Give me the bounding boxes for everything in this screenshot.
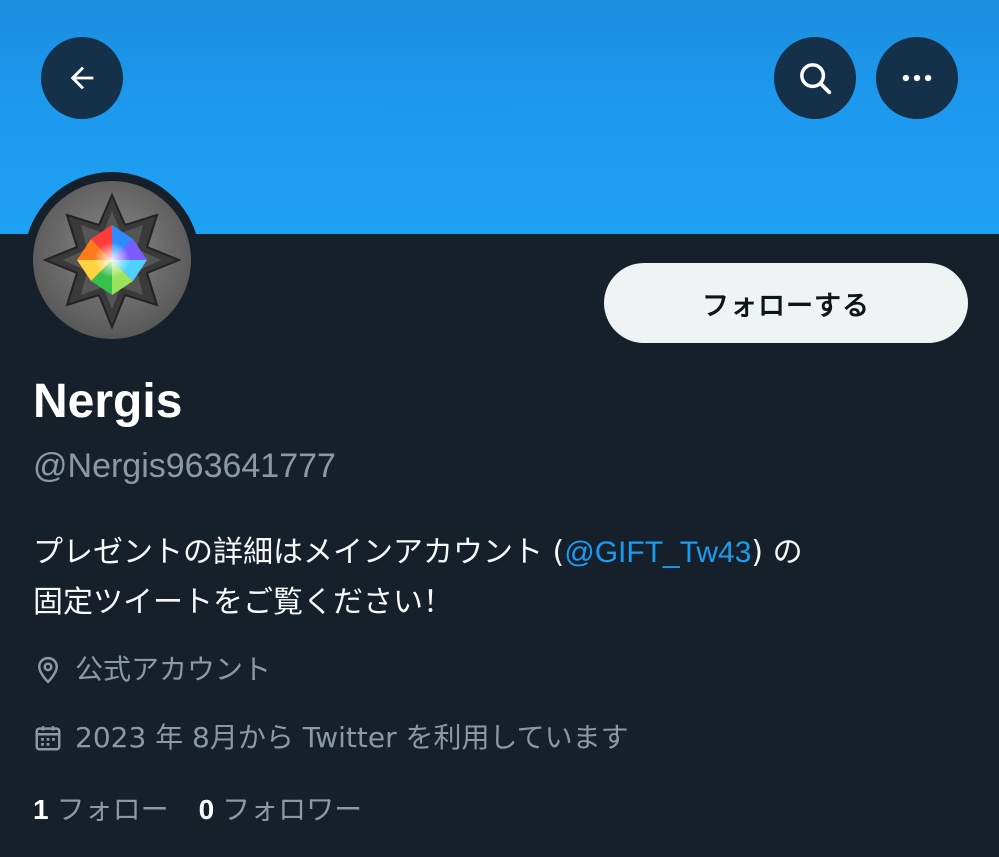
joined-text: 2023 年 8月から Twitter を利用しています [75,721,629,754]
calendar-icon [35,726,61,751]
search-icon [800,63,832,95]
followers-link[interactable]: 0 フォロワー [199,790,363,830]
back-button[interactable] [41,37,123,119]
bio-text-line2: 固定ツイートをご覧ください！ [33,585,453,620]
joined-date-row: 2023 年 8月から Twitter を利用しています [33,718,629,758]
follow-button[interactable]: フォローする [604,263,968,343]
bio-text-part2: ) の [751,535,803,570]
more-button[interactable] [876,37,958,119]
search-button[interactable] [774,37,856,119]
bio-mention-link[interactable]: @GIFT_Tw43 [564,536,751,569]
display-name: Nergis [33,375,183,428]
location-pin-icon [37,656,59,684]
bio-text-part1: プレゼントの詳細はメインアカウント ( [33,535,565,570]
follow-stats: 1 フォロー 0 フォロワー [33,790,362,830]
user-handle: @Nergis963641777 [33,447,336,485]
followers-count: 0 [198,794,215,825]
location-text: 公式アカウント [75,653,272,686]
following-label: フォロー [56,793,169,826]
followers-label: フォロワー [222,793,363,826]
more-horizontal-icon [902,74,932,82]
following-link[interactable]: 1 フォロー [33,790,169,830]
location-row: 公式アカウント [33,650,271,690]
profile-bio: プレゼントの詳細はメインアカウント (@GIFT_Tw43) の 固定ツイートを… [33,528,973,628]
profile-page: フォローする Nergis @Nergis963641777 プレゼントの詳細は… [0,0,999,857]
arrow-left-icon [70,66,94,90]
following-count: 1 [33,794,49,825]
avatar[interactable] [33,181,191,339]
crystal-star-logo-icon [42,192,182,330]
